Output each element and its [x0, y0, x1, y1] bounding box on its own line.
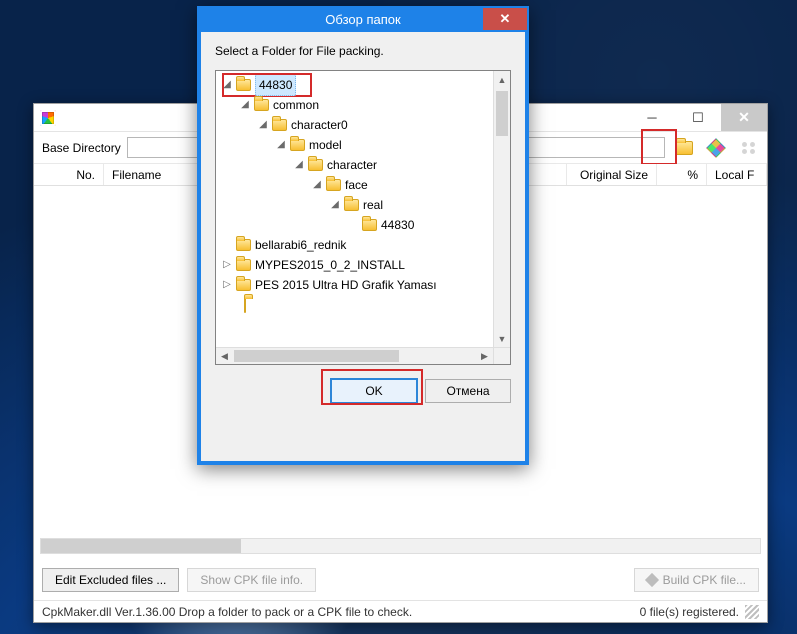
window-controls: ─ ☐ ✕ — [629, 104, 767, 131]
bottom-buttons: Edit Excluded files ... Show CPK file in… — [34, 560, 767, 600]
tree-label: common — [273, 95, 319, 115]
tree-label: character — [327, 155, 377, 175]
tree-label: model — [309, 135, 342, 155]
tree-label: 44830 — [381, 215, 414, 235]
dots-icon — [740, 140, 756, 156]
folder-browse-dialog: Обзор папок ✕ Select a Folder for File p… — [197, 6, 529, 465]
folder-icon — [326, 179, 341, 191]
folder-icon — [308, 159, 323, 171]
tree-node-root[interactable]: ◢ 44830 — [222, 75, 492, 95]
expand-icon[interactable]: ◢ — [276, 135, 286, 155]
folder-icon — [290, 139, 305, 151]
expand-icon[interactable]: ◢ — [294, 155, 304, 175]
tree-node-character[interactable]: ◢ character — [294, 155, 492, 175]
col-original-size[interactable]: Original Size — [567, 164, 657, 185]
status-left: CpkMaker.dll Ver.1.36.00 Drop a folder t… — [42, 605, 412, 619]
tree-node-face[interactable]: ◢ face — [312, 175, 492, 195]
folder-icon — [236, 239, 251, 251]
edit-excluded-button[interactable]: Edit Excluded files ... — [42, 568, 179, 592]
expand-icon[interactable]: ◢ — [222, 75, 232, 95]
dialog-titlebar: Обзор папок ✕ — [197, 6, 529, 32]
scroll-right-icon[interactable]: ▶ — [476, 348, 493, 364]
expand-icon[interactable]: ◢ — [258, 115, 268, 135]
browse-folder-button[interactable] — [673, 137, 695, 159]
toolbar-icons — [665, 137, 759, 159]
hscroll-thumb[interactable] — [41, 539, 241, 553]
diamond-grey-icon — [645, 573, 659, 587]
tree-label: face — [345, 175, 368, 195]
tree-label-root: 44830 — [255, 75, 296, 96]
tree-vscrollbar[interactable]: ▲ ▼ — [493, 71, 510, 347]
folder-icon — [675, 141, 693, 155]
expand-icon[interactable]: ◢ — [330, 195, 340, 215]
dialog-buttons: OK Отмена — [201, 375, 525, 415]
folder-tree[interactable]: ◢ 44830 ◢ common — [220, 75, 492, 346]
tree-node-44830[interactable]: ▷ 44830 — [348, 215, 492, 235]
tree-label: bellarabi6_rednik — [255, 235, 346, 255]
dialog-instruction: Select a Folder for File packing. — [201, 32, 525, 64]
ok-button[interactable]: OK — [331, 379, 417, 403]
tree-node-mypes[interactable]: ▷ MYPES2015_0_2_INSTALL — [222, 255, 492, 275]
folder-icon — [236, 79, 251, 91]
diamond-icon — [706, 138, 726, 158]
cancel-button[interactable]: Отмена — [425, 379, 511, 403]
folder-icon — [236, 279, 251, 291]
status-right: 0 file(s) registered. — [640, 605, 739, 619]
tree-node-character0[interactable]: ◢ character0 — [258, 115, 492, 135]
build-cpk-label: Build CPK file... — [663, 573, 746, 587]
close-button[interactable]: ✕ — [721, 104, 767, 131]
resize-grip[interactable] — [745, 605, 759, 619]
show-cpk-info-button: Show CPK file info. — [187, 568, 316, 592]
tree-node-pes2015[interactable]: ▷ PES 2015 Ultra HD Grafik Yaması — [222, 275, 492, 295]
scroll-up-icon[interactable]: ▲ — [494, 71, 510, 88]
tree-label: character0 — [291, 115, 348, 135]
scroll-down-icon[interactable]: ▼ — [494, 330, 510, 347]
col-percent[interactable]: % — [657, 164, 707, 185]
tree-label: real — [363, 195, 383, 215]
tree-hscrollbar[interactable]: ◀ ▶ — [216, 347, 493, 364]
folder-tree-wrap: ◢ 44830 ◢ common — [215, 70, 511, 365]
tree-node-cutoff — [244, 295, 492, 301]
expand-icon[interactable]: ▷ — [222, 275, 232, 295]
expand-icon[interactable]: ▷ — [222, 255, 232, 275]
base-directory-label: Base Directory — [42, 141, 121, 155]
expand-icon[interactable]: ◢ — [312, 175, 322, 195]
col-no[interactable]: No. — [34, 164, 104, 185]
scroll-corner — [493, 347, 510, 364]
dialog-close-button[interactable]: ✕ — [483, 8, 527, 30]
folder-icon — [362, 219, 377, 231]
folder-icon — [344, 199, 359, 211]
tree-node-model[interactable]: ◢ model — [276, 135, 492, 155]
tree-label: PES 2015 Ultra HD Grafik Yaması — [255, 275, 437, 295]
dialog-title: Обзор папок — [325, 12, 400, 27]
tree-node-common[interactable]: ◢ common — [240, 95, 492, 115]
folder-icon — [236, 259, 251, 271]
hscrollbar[interactable] — [40, 538, 761, 554]
scroll-left-icon[interactable]: ◀ — [216, 348, 233, 364]
tree-label: MYPES2015_0_2_INSTALL — [255, 255, 405, 275]
statusbar: CpkMaker.dll Ver.1.36.00 Drop a folder t… — [34, 600, 767, 622]
tree-node-real[interactable]: ◢ real — [330, 195, 492, 215]
folder-icon — [272, 119, 287, 131]
folder-icon — [244, 297, 246, 313]
expand-icon[interactable]: ◢ — [240, 95, 250, 115]
palette-button[interactable] — [705, 137, 727, 159]
maximize-button[interactable]: ☐ — [675, 104, 721, 131]
tree-node-bellarabi[interactable]: ▷ bellarabi6_rednik — [222, 235, 492, 255]
tree-vthumb[interactable] — [496, 91, 508, 136]
app-icon — [40, 110, 56, 126]
minimize-button[interactable]: ─ — [629, 104, 675, 131]
build-cpk-button: Build CPK file... — [634, 568, 759, 592]
folder-icon — [254, 99, 269, 111]
grid-button[interactable] — [737, 137, 759, 159]
tree-hthumb[interactable] — [234, 350, 399, 362]
col-local[interactable]: Local F — [707, 164, 767, 185]
